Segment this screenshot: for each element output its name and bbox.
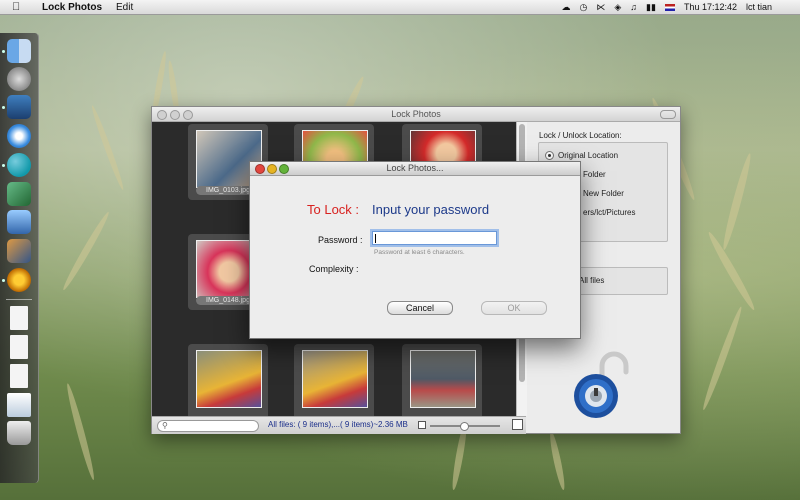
radio-original-location[interactable]: Original Location — [545, 151, 618, 160]
messenger-icon[interactable] — [7, 153, 31, 177]
status-bar: ⚲ All files: ( 9 items),...( 9 items)~2.… — [152, 416, 526, 434]
cloud-icon[interactable]: ☁ — [562, 2, 571, 13]
photo-thumbnail[interactable] — [188, 344, 268, 416]
radio-folder[interactable]: Folder — [583, 170, 606, 179]
volume-icon[interactable]: ♫ — [630, 2, 637, 12]
battery-icon[interactable]: ▮▮ — [646, 2, 656, 13]
running-indicator — [2, 50, 5, 53]
radio-button[interactable] — [545, 151, 554, 160]
slider-knob[interactable] — [460, 422, 469, 431]
running-indicator — [2, 164, 5, 167]
edit-menu[interactable]: Edit — [116, 2, 133, 13]
radio-new-folder[interactable]: New Folder — [583, 189, 624, 198]
unlock-icon[interactable] — [572, 350, 634, 420]
main-titlebar[interactable]: Lock Photos — [152, 107, 680, 122]
dock — [0, 33, 39, 483]
dock-divider — [6, 299, 32, 300]
preview-icon[interactable] — [7, 239, 31, 263]
password-hint: Password at least 6 characters. — [374, 249, 465, 256]
app-menu[interactable]: Lock Photos — [42, 2, 102, 13]
input-password-heading: Input your password — [372, 202, 490, 217]
running-indicator — [2, 279, 5, 282]
dialog-title: Lock Photos... — [386, 163, 444, 173]
search-icon: ⚲ — [162, 421, 168, 430]
zoom-icon[interactable] — [279, 164, 289, 174]
wifi-icon[interactable]: ◈ — [614, 2, 621, 13]
system-preferences-icon[interactable] — [7, 268, 31, 292]
running-indicator — [2, 106, 5, 109]
path-label: ers/lct/Pictures — [583, 208, 636, 217]
launchpad-icon[interactable] — [7, 67, 31, 91]
to-lock-heading: To Lock : — [307, 202, 360, 217]
activity-monitor-icon[interactable] — [7, 95, 31, 119]
cancel-button[interactable]: Cancel — [387, 301, 453, 315]
radio-label: New Folder — [583, 189, 624, 198]
document-icon[interactable] — [10, 306, 28, 330]
minimize-icon[interactable] — [267, 164, 277, 174]
text-cursor — [375, 234, 376, 243]
photo-image — [302, 350, 368, 408]
safari-icon[interactable] — [7, 124, 31, 148]
small-thumbnail-icon[interactable] — [418, 421, 426, 429]
close-icon[interactable] — [255, 164, 265, 174]
file-merge-icon[interactable] — [7, 182, 31, 206]
password-field[interactable] — [372, 231, 497, 245]
large-thumbnail-icon[interactable] — [512, 419, 523, 430]
complexity-label: Complexity : — [309, 264, 359, 274]
lock-dialog: Lock Photos... To Lock : Input your pass… — [249, 161, 581, 339]
status-text: All files: ( 9 items),...( 9 items)~2.36… — [268, 420, 408, 429]
folder-path[interactable]: ers/lct/Pictures — [583, 208, 635, 217]
trash-icon[interactable] — [7, 421, 31, 445]
flag-icon[interactable] — [664, 3, 675, 11]
photo-thumbnail[interactable] — [294, 344, 374, 416]
zoom-icon[interactable] — [183, 110, 193, 120]
menu-bar:  Lock Photos Edit ☁ ◷ ⋉ ◈ ♫ ▮▮ Thu 17:1… — [0, 0, 800, 15]
finder-icon[interactable] — [7, 39, 31, 63]
radio-label: Original Location — [558, 151, 619, 160]
location-section-label: Lock / Unlock Location: — [539, 131, 622, 140]
text-document-icon[interactable] — [10, 364, 28, 388]
photo-thumbnail[interactable] — [402, 344, 482, 416]
time-machine-icon[interactable]: ◷ — [580, 2, 588, 13]
close-icon[interactable] — [157, 110, 167, 120]
thumbnail-size-slider[interactable] — [430, 422, 500, 431]
icns-document-icon[interactable] — [10, 335, 28, 359]
app-store-icon[interactable] — [7, 210, 31, 234]
status-area: ☁ ◷ ⋉ ◈ ♫ ▮▮ Thu 17:12:42 lct tian — [562, 2, 773, 13]
search-input[interactable]: ⚲ — [157, 420, 259, 432]
toolbar-toggle-icon[interactable] — [660, 110, 676, 119]
bluetooth-icon[interactable]: ⋉ — [596, 2, 605, 13]
ok-button[interactable]: OK — [481, 301, 547, 315]
dialog-titlebar[interactable]: Lock Photos... — [250, 162, 580, 176]
photo-image — [410, 350, 476, 408]
window-title: Lock Photos — [391, 109, 441, 119]
photo-image — [196, 350, 262, 408]
radio-label: Folder — [583, 170, 606, 179]
minimize-icon[interactable] — [170, 110, 180, 120]
user-menu[interactable]: lct tian — [746, 2, 772, 12]
password-label: Password : — [318, 235, 363, 245]
files-label: All files — [579, 276, 605, 285]
downloads-stack-icon[interactable] — [7, 393, 31, 417]
apple-menu-icon[interactable]:  — [12, 1, 22, 13]
clock[interactable]: Thu 17:12:42 — [684, 2, 737, 12]
